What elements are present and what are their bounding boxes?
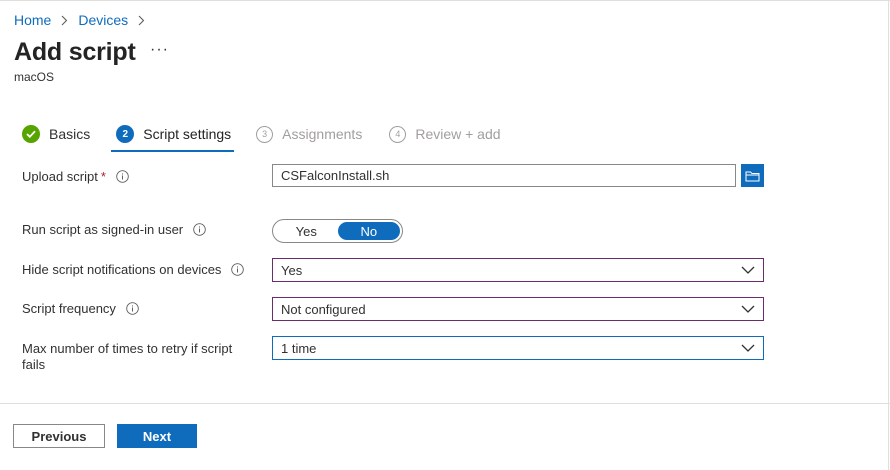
- max-retries-dropdown[interactable]: 1 time: [272, 336, 764, 360]
- step-number: 4: [389, 125, 407, 143]
- step-label: Script settings: [143, 126, 232, 142]
- folder-icon: [745, 170, 760, 182]
- step-assignments[interactable]: 3 Assignments: [256, 121, 362, 147]
- page-title: Add script: [14, 38, 136, 66]
- step-number: 2: [116, 125, 135, 143]
- max-retries-label-line1: Max number of times to retry if script: [22, 341, 233, 356]
- chevron-down-icon: [741, 266, 755, 274]
- hide-notifications-label-row: Hide script notifications on devices: [22, 262, 245, 277]
- run-as-user-toggle: Yes No: [272, 219, 403, 243]
- step-review-add[interactable]: 4 Review + add: [389, 121, 501, 147]
- more-options-button[interactable]: ···: [150, 41, 169, 59]
- hide-notifications-label: Hide script notifications on devices: [22, 262, 222, 277]
- breadcrumb-home-link[interactable]: Home: [14, 12, 51, 28]
- right-divider: [888, 0, 889, 470]
- upload-script-label: Upload script: [22, 169, 98, 184]
- info-icon[interactable]: [231, 263, 245, 276]
- chevron-down-icon: [741, 305, 755, 313]
- wizard-steps: Basics 2 Script settings 3 Assignments 4…: [22, 121, 501, 152]
- run-as-user-label: Run script as signed-in user: [22, 222, 184, 237]
- frequency-label: Script frequency: [22, 301, 116, 316]
- max-retries-label-line2: fails: [22, 357, 46, 372]
- step-script-settings[interactable]: 2 Script settings: [111, 121, 235, 152]
- step-label: Basics: [49, 126, 91, 142]
- checkmark-icon: [22, 125, 40, 143]
- required-marker: *: [100, 169, 106, 184]
- previous-button[interactable]: Previous: [13, 424, 105, 448]
- upload-script-input[interactable]: CSFalconInstall.sh: [272, 164, 736, 187]
- dropdown-value: Not configured: [281, 301, 366, 317]
- footer-divider: [0, 403, 890, 404]
- breadcrumb: Home Devices: [14, 12, 155, 28]
- info-icon[interactable]: [126, 302, 139, 315]
- toggle-no-option[interactable]: No: [337, 222, 400, 240]
- dropdown-value: 1 time: [281, 340, 317, 356]
- chevron-down-icon: [741, 344, 755, 352]
- step-label: Review + add: [415, 126, 501, 142]
- chevron-right-icon: [61, 15, 68, 26]
- run-as-user-label-row: Run script as signed-in user: [22, 222, 206, 237]
- breadcrumb-devices-link[interactable]: Devices: [78, 12, 128, 28]
- step-label: Assignments: [282, 126, 363, 142]
- next-button[interactable]: Next: [117, 424, 197, 448]
- step-basics[interactable]: Basics: [22, 121, 90, 147]
- frequency-label-row: Script frequency: [22, 301, 139, 316]
- dropdown-value: Yes: [281, 262, 303, 278]
- page-subtitle: macOS: [14, 70, 55, 84]
- chevron-right-icon: [138, 15, 145, 26]
- info-icon[interactable]: [116, 170, 129, 183]
- max-retries-label: Max number of times to retry if script f…: [22, 341, 232, 373]
- hide-notifications-dropdown[interactable]: Yes: [272, 258, 764, 282]
- upload-script-label-row: Upload script *: [22, 169, 129, 184]
- top-divider: [0, 0, 890, 1]
- step-number: 3: [256, 125, 274, 143]
- frequency-dropdown[interactable]: Not configured: [272, 297, 764, 321]
- browse-folder-button[interactable]: [741, 164, 764, 187]
- toggle-yes-option[interactable]: Yes: [275, 222, 338, 240]
- info-icon[interactable]: [193, 223, 206, 236]
